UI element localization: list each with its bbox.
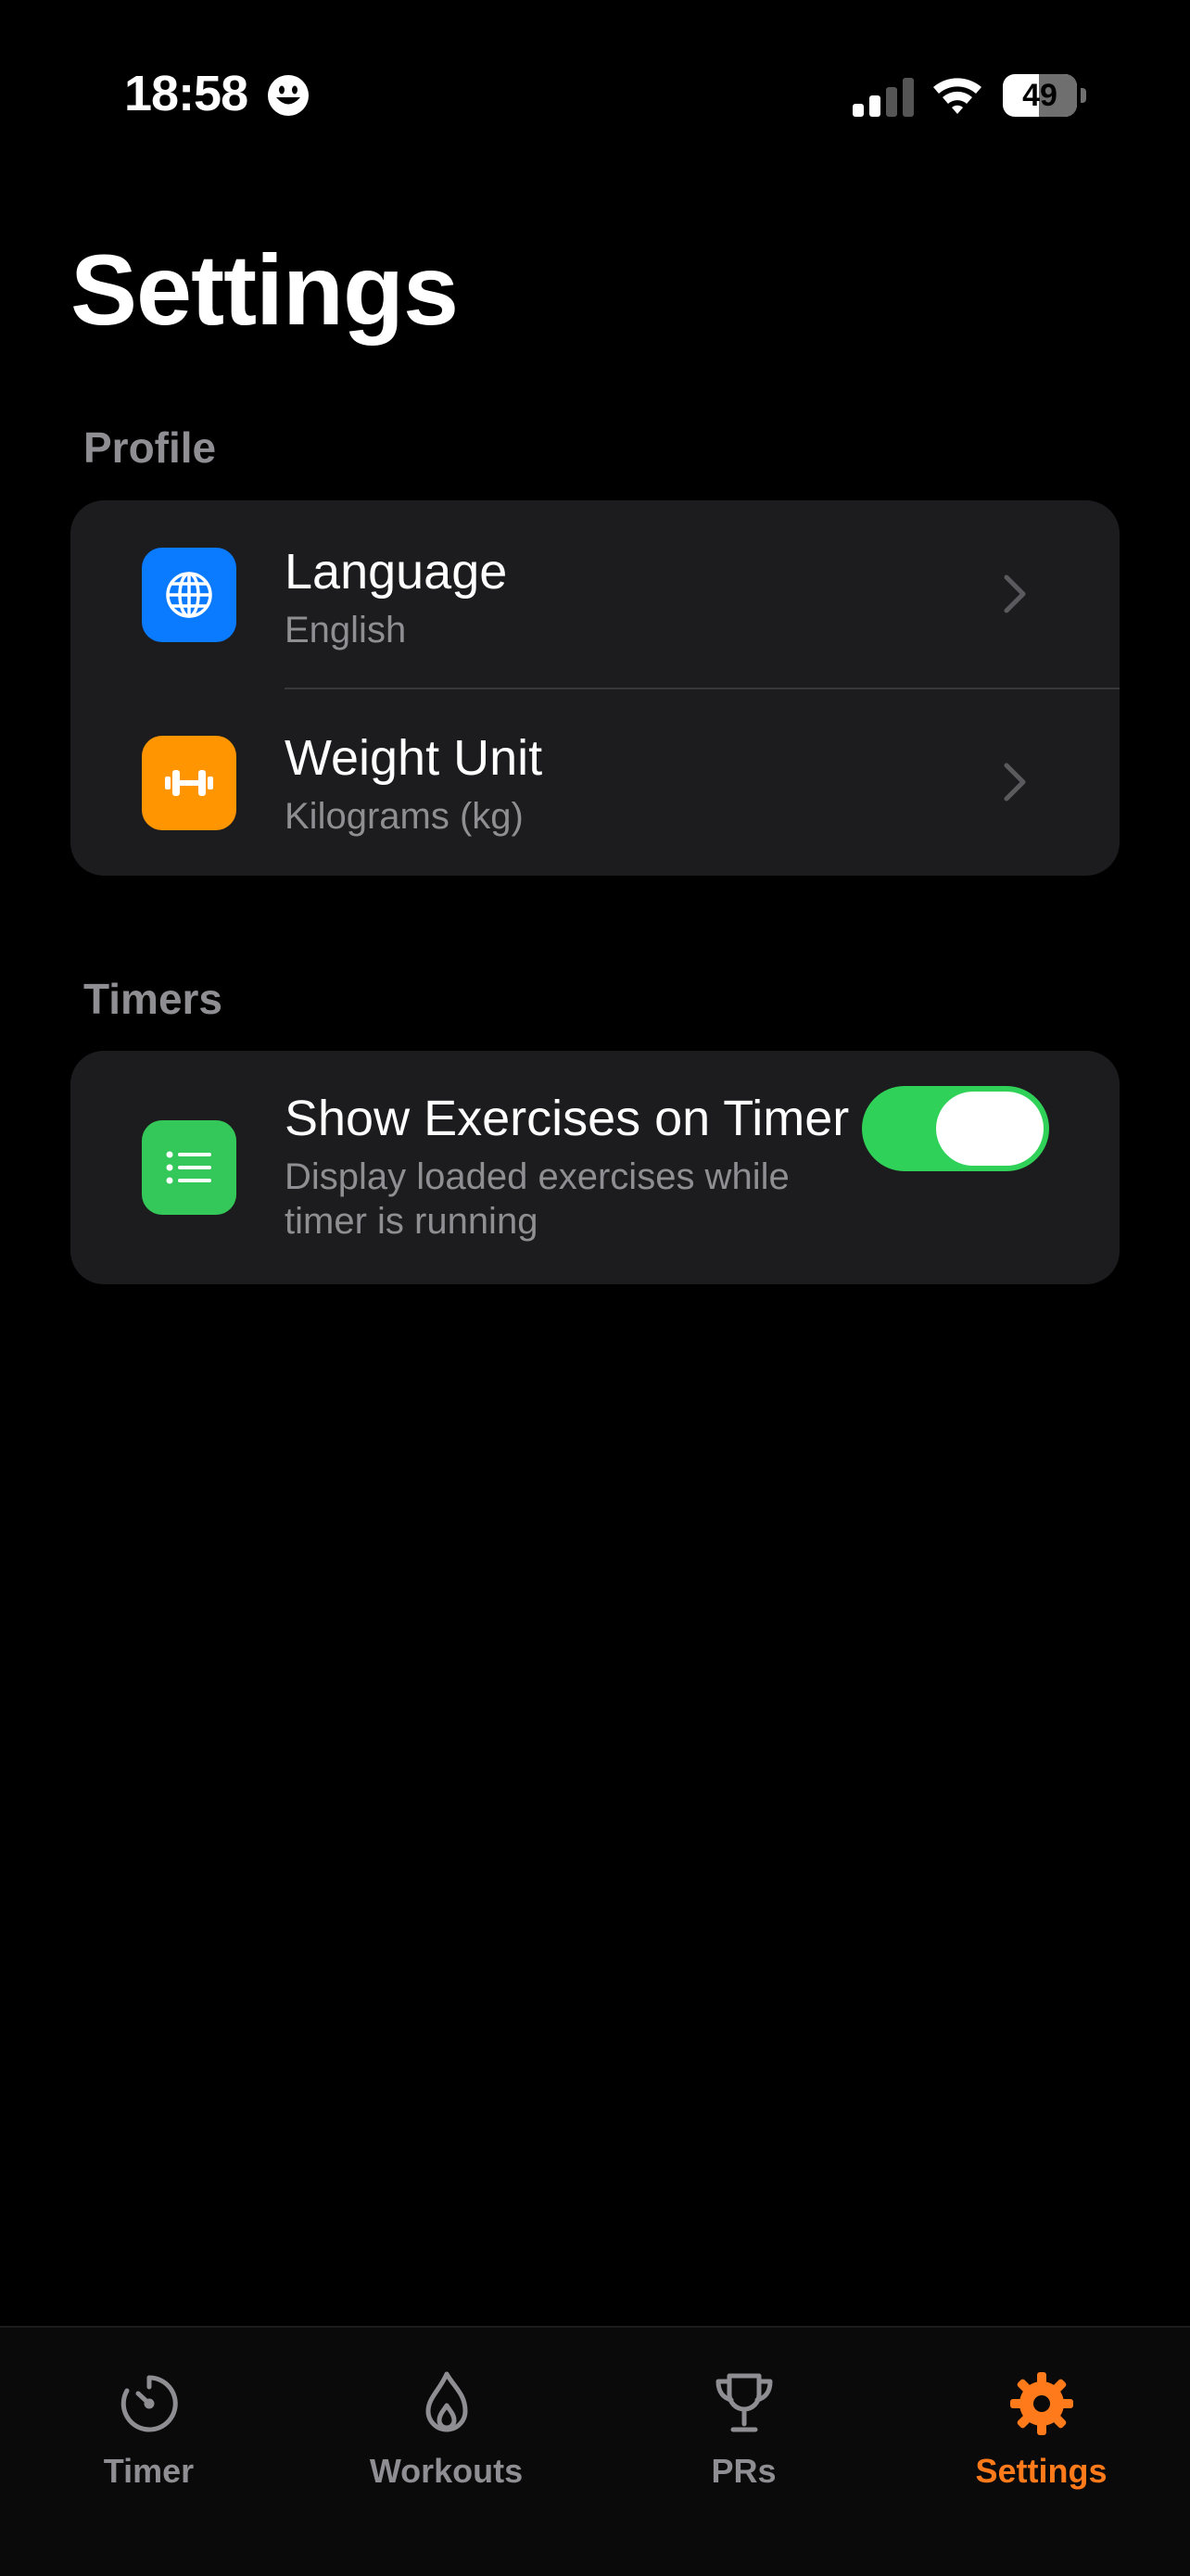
trophy-icon xyxy=(715,2373,772,2432)
tab-prs[interactable]: PRs xyxy=(595,2328,892,2576)
wifi-icon xyxy=(933,78,981,114)
status-time: 18:58 xyxy=(124,66,248,121)
cellular-signal-icon xyxy=(853,78,914,117)
page-title: Settings xyxy=(70,234,459,346)
dumbbell-icon xyxy=(165,770,213,796)
weight-unit-title: Weight Unit xyxy=(285,730,543,786)
tab-workouts[interactable]: Workouts xyxy=(298,2328,595,2576)
show-exercises-icon-tile xyxy=(142,1120,236,1215)
timers-group: Show Exercises on Timer Display loaded e… xyxy=(70,1051,1120,1284)
show-exercises-subtitle-line1: Display loaded exercises while xyxy=(285,1156,790,1197)
flame-icon xyxy=(425,2371,467,2432)
tab-prs-label: PRs xyxy=(711,2452,777,2490)
tab-settings[interactable]: Settings xyxy=(892,2328,1190,2576)
battery-tip xyxy=(1081,88,1086,103)
language-icon-tile xyxy=(142,548,236,642)
language-value: English xyxy=(285,610,407,650)
section-header-profile: Profile xyxy=(83,423,217,472)
language-row[interactable]: Language English xyxy=(70,500,1120,688)
chevron-right-icon xyxy=(1004,763,1026,802)
battery-indicator: 49 xyxy=(1003,74,1086,117)
profile-group: Language English Weight Unit Kilograms (… xyxy=(70,500,1120,876)
battery-body: 49 xyxy=(1003,74,1077,117)
stopwatch-icon xyxy=(120,2375,178,2432)
weight-unit-row[interactable]: Weight Unit Kilograms (kg) xyxy=(70,688,1120,876)
tab-timer[interactable]: Timer xyxy=(0,2328,298,2576)
tab-settings-label: Settings xyxy=(975,2452,1108,2490)
gear-icon xyxy=(1009,2372,1073,2435)
weight-unit-icon-tile xyxy=(142,736,236,830)
toggle-knob xyxy=(936,1092,1044,1166)
tab-workouts-label: Workouts xyxy=(369,2452,524,2490)
language-title: Language xyxy=(285,544,508,600)
status-bar: 18:58 49 xyxy=(0,0,1190,139)
globe-icon xyxy=(166,572,212,618)
smiley-icon xyxy=(268,75,309,116)
show-exercises-toggle[interactable] xyxy=(862,1086,1049,1171)
chevron-right-icon xyxy=(1004,575,1026,613)
section-header-timers: Timers xyxy=(83,975,223,1023)
tab-timer-label: Timer xyxy=(103,2452,195,2490)
show-exercises-row: Show Exercises on Timer Display loaded e… xyxy=(70,1051,1120,1284)
list-icon xyxy=(166,1151,211,1184)
show-exercises-title: Show Exercises on Timer xyxy=(285,1091,850,1146)
weight-unit-value: Kilograms (kg) xyxy=(285,796,524,837)
battery-level: 49 xyxy=(1022,78,1057,113)
tab-bar: Timer Workouts PRs Settings xyxy=(0,2326,1190,2576)
show-exercises-subtitle-line2: timer is running xyxy=(285,1201,538,1242)
